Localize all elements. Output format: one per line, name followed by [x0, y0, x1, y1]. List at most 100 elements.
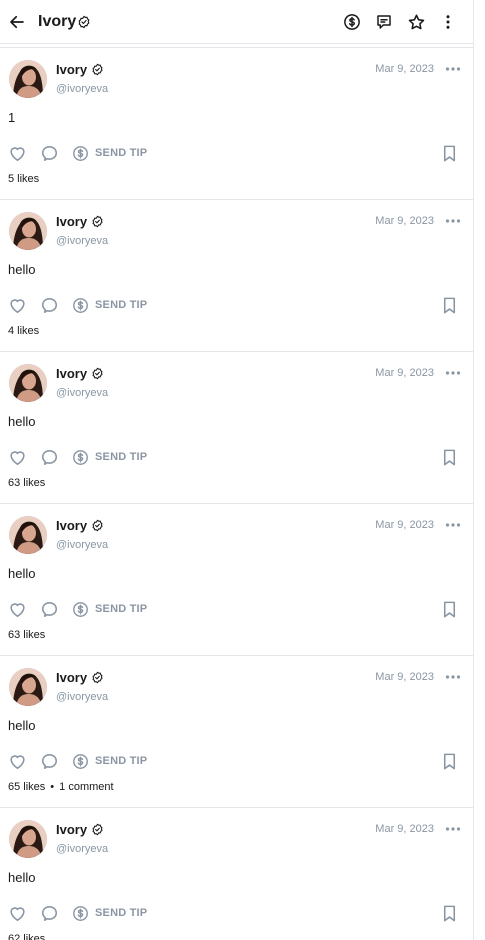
post-text: hello [8, 870, 36, 885]
favorite-button[interactable] [400, 0, 432, 44]
verified-icon [77, 15, 91, 29]
comment-button[interactable] [40, 900, 59, 926]
like-button[interactable] [8, 444, 27, 470]
like-button[interactable] [8, 900, 27, 926]
comment-button[interactable] [40, 748, 59, 774]
like-button[interactable] [8, 292, 27, 318]
post-actions: SEND TIP [0, 900, 473, 926]
author-row: Ivory [56, 670, 104, 685]
scrollbar[interactable] [474, 0, 485, 940]
send-tip-button[interactable]: SEND TIP [72, 292, 147, 318]
like-button[interactable] [8, 140, 27, 166]
send-tip-label: SEND TIP [95, 603, 148, 615]
likes-count[interactable]: 5 likes [8, 173, 39, 185]
author-handle[interactable]: @ivoryeva [56, 539, 108, 551]
post-stats: 62 likes [8, 933, 45, 940]
post-actions: SEND TIP [0, 140, 473, 166]
post-more-button[interactable] [442, 364, 464, 382]
verified-icon [91, 215, 104, 228]
more-options-button[interactable] [432, 0, 464, 44]
tip-dollar-icon [73, 905, 88, 921]
likes-count[interactable]: 62 likes [8, 933, 45, 940]
likes-count[interactable]: 63 likes [8, 629, 45, 641]
post-more-button[interactable] [442, 60, 464, 78]
author-row: Ivory [56, 518, 104, 533]
post-more-button[interactable] [442, 212, 464, 230]
send-tip-label: SEND TIP [95, 451, 148, 463]
bookmark-icon [443, 753, 456, 769]
bookmark-button[interactable] [441, 900, 458, 926]
top-bar: Ivory [0, 0, 473, 44]
post-stats: 63 likes [8, 477, 45, 489]
like-button[interactable] [8, 596, 27, 622]
author-handle[interactable]: @ivoryeva [56, 235, 108, 247]
avatar[interactable] [9, 60, 47, 98]
post-text: 1 [8, 110, 16, 125]
likes-count[interactable]: 65 likes [8, 781, 45, 793]
send-tip-button[interactable]: SEND TIP [72, 140, 147, 166]
arrow-left-icon [10, 15, 24, 28]
author-row: Ivory [56, 366, 104, 381]
heart-icon [10, 602, 25, 617]
comment-bubble-icon [41, 145, 58, 161]
author-handle[interactable]: @ivoryeva [56, 843, 108, 855]
author-row: Ivory [56, 62, 104, 77]
author-name[interactable]: Ivory [56, 214, 87, 229]
post-more-button[interactable] [442, 820, 464, 838]
post-more-button[interactable] [442, 516, 464, 534]
comment-button[interactable] [40, 596, 59, 622]
author-name[interactable]: Ivory [56, 366, 87, 381]
bookmark-button[interactable] [441, 596, 458, 622]
send-tip-button[interactable]: SEND TIP [72, 444, 147, 470]
app-window: Ivory Ivory @ivoryeva Mar 9, 2023 1 SEND… [0, 0, 474, 940]
avatar[interactable] [9, 516, 47, 554]
post-text: hello [8, 414, 36, 429]
comment-button[interactable] [40, 444, 59, 470]
post-date[interactable]: Mar 9, 2023 [375, 519, 434, 531]
comment-button[interactable] [40, 140, 59, 166]
likes-count[interactable]: 4 likes [8, 325, 39, 337]
bookmark-button[interactable] [441, 140, 458, 166]
bookmark-button[interactable] [441, 292, 458, 318]
more-horizontal-icon [445, 523, 461, 527]
heart-icon [10, 450, 25, 465]
post-more-button[interactable] [442, 668, 464, 686]
author-name[interactable]: Ivory [56, 518, 87, 533]
post-date[interactable]: Mar 9, 2023 [375, 823, 434, 835]
author-name[interactable]: Ivory [56, 670, 87, 685]
comment-bubble-icon [41, 601, 58, 617]
send-tip-button[interactable]: SEND TIP [72, 596, 147, 622]
post-actions: SEND TIP [0, 748, 473, 774]
avatar[interactable] [9, 364, 47, 402]
post-card: Ivory @ivoryeva Mar 9, 2023 1 SEND TIP 5… [0, 48, 473, 200]
comment-bubble-icon [41, 297, 58, 313]
heart-icon [10, 146, 25, 161]
post-date[interactable]: Mar 9, 2023 [375, 367, 434, 379]
send-tip-button[interactable]: SEND TIP [72, 748, 147, 774]
avatar[interactable] [9, 668, 47, 706]
author-handle[interactable]: @ivoryeva [56, 83, 108, 95]
avatar[interactable] [9, 820, 47, 858]
bookmark-button[interactable] [441, 444, 458, 470]
bookmark-button[interactable] [441, 748, 458, 774]
comment-button[interactable] [40, 292, 59, 318]
back-button[interactable] [0, 0, 34, 44]
send-tip-header-button[interactable] [336, 0, 368, 44]
like-button[interactable] [8, 748, 27, 774]
more-vertical-icon [446, 15, 450, 29]
likes-count[interactable]: 63 likes [8, 477, 45, 489]
post-date[interactable]: Mar 9, 2023 [375, 63, 434, 75]
post-date[interactable]: Mar 9, 2023 [375, 671, 434, 683]
author-name[interactable]: Ivory [56, 822, 87, 837]
send-tip-label: SEND TIP [95, 147, 148, 159]
author-handle[interactable]: @ivoryeva [56, 691, 108, 703]
author-name[interactable]: Ivory [56, 62, 87, 77]
message-button[interactable] [368, 0, 400, 44]
comments-count[interactable]: 1 comment [59, 781, 113, 793]
author-handle[interactable]: @ivoryeva [56, 387, 108, 399]
send-tip-button[interactable]: SEND TIP [72, 900, 147, 926]
more-horizontal-icon [445, 675, 461, 679]
post-actions: SEND TIP [0, 444, 473, 470]
post-date[interactable]: Mar 9, 2023 [375, 215, 434, 227]
avatar[interactable] [9, 212, 47, 250]
